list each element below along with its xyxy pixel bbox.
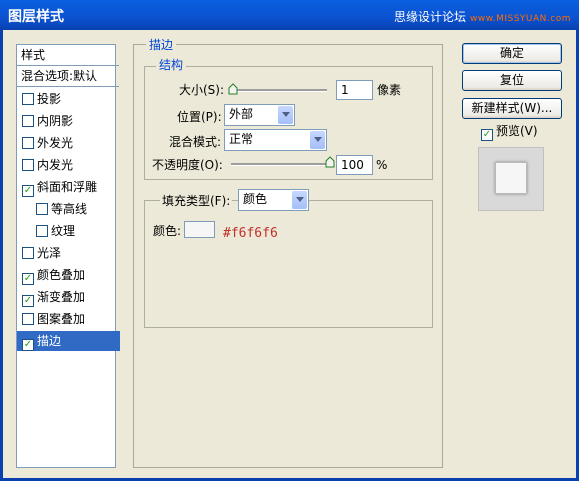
size-slider-track[interactable] <box>232 89 327 92</box>
style-item-label: 描边 <box>37 334 62 348</box>
size-unit: 像素 <box>377 83 402 97</box>
style-item[interactable]: 内阴影 <box>17 111 120 131</box>
style-item-label: 内发光 <box>37 158 74 172</box>
checkbox-icon[interactable]: ✓ <box>22 295 34 307</box>
checkbox-icon[interactable] <box>22 313 34 325</box>
reset-button[interactable]: 复位 <box>462 70 562 91</box>
blend-mode-select[interactable]: 正常 <box>224 129 327 151</box>
ok-button[interactable]: 确定 <box>462 43 562 64</box>
chevron-down-icon <box>310 131 325 149</box>
style-item[interactable]: ✓ 颜色叠加 <box>17 265 120 285</box>
structure-group-title: 结构 <box>156 58 187 72</box>
color-hex-annotation: #f6f6f6 <box>223 226 278 241</box>
style-item[interactable]: 投影 <box>17 89 120 109</box>
opacity-unit: % <box>376 158 388 172</box>
chevron-down-icon <box>292 191 307 209</box>
style-list: 样式 混合选项:默认 投影 内阴影 外发光 内发光 ✓ 斜面和浮雕 等高线 纹理 光泽 ✓ 颜色叠加… <box>16 44 120 468</box>
style-item-label: 投影 <box>37 92 62 106</box>
checkbox-icon[interactable] <box>22 137 34 149</box>
preview-label: 预览(V) <box>496 124 538 138</box>
checkbox-icon[interactable] <box>22 159 34 171</box>
window-title: 图层样式 <box>8 9 64 25</box>
checkbox-icon[interactable] <box>22 115 34 127</box>
style-item[interactable]: 内发光 <box>17 155 120 175</box>
position-select-value: 外部 <box>229 107 254 121</box>
checkbox-icon[interactable]: ✓ <box>22 185 34 197</box>
style-item[interactable]: 光泽 <box>17 243 120 263</box>
watermark-url: www.MISSYUAN.com <box>469 14 571 24</box>
title-bar: 图层样式 思缘设计论坛 www.MISSYUAN.com <box>0 0 579 30</box>
checkbox-icon[interactable] <box>22 247 34 259</box>
stroke-color-swatch[interactable] <box>184 221 215 238</box>
style-item[interactable]: 等高线 <box>17 199 134 219</box>
style-item-label: 内阴影 <box>37 114 74 128</box>
checkbox-icon[interactable] <box>36 203 48 215</box>
style-item-label: 图案叠加 <box>37 312 86 326</box>
checkbox-icon[interactable] <box>36 225 48 237</box>
preview-thumbnail <box>478 147 544 211</box>
chevron-down-icon <box>278 106 293 124</box>
checkbox-icon[interactable] <box>22 93 34 105</box>
blend-mode-label: 混合模式: <box>169 135 222 149</box>
watermark-text: 思缘设计论坛 <box>393 10 466 24</box>
position-label: 位置(P): <box>177 110 222 124</box>
preview-checkbox[interactable]: ✓ 预览(V) <box>481 124 538 141</box>
style-item-label: 纹理 <box>51 224 76 238</box>
checkbox-icon[interactable]: ✓ <box>22 339 34 351</box>
blend-mode-select-value: 正常 <box>229 132 254 146</box>
style-item-label: 外发光 <box>37 136 74 150</box>
style-item[interactable]: ✓ 渐变叠加 <box>17 287 120 307</box>
checkbox-icon: ✓ <box>481 129 493 141</box>
style-item[interactable]: 图案叠加 <box>17 309 120 329</box>
position-select[interactable]: 外部 <box>224 104 295 126</box>
fill-type-select[interactable]: 颜色 <box>238 189 309 211</box>
watermark: 思缘设计论坛 www.MISSYUAN.com <box>394 8 571 25</box>
style-item[interactable]: 纹理 <box>17 221 134 241</box>
fill-group <box>144 200 433 328</box>
size-input[interactable]: 1 <box>336 80 373 100</box>
style-list-header[interactable]: 样式 <box>17 45 119 66</box>
fill-type-label: 填充类型(F): <box>160 193 233 209</box>
style-item-label: 等高线 <box>51 202 88 216</box>
checkbox-icon[interactable]: ✓ <box>22 273 34 285</box>
style-item-label: 颜色叠加 <box>37 268 86 282</box>
style-item[interactable]: ✓ 描边 <box>17 331 120 351</box>
preview-swatch <box>495 162 527 194</box>
opacity-input[interactable]: 100 <box>336 155 373 175</box>
style-item-label: 斜面和浮雕 <box>37 180 98 194</box>
stroke-section-title: 描边 <box>146 38 177 52</box>
style-item-label: 光泽 <box>37 246 62 260</box>
color-label: 颜色: <box>153 224 182 238</box>
new-style-button[interactable]: 新建样式(W)... <box>462 98 562 119</box>
style-item[interactable]: ✓ 斜面和浮雕 <box>17 177 120 197</box>
fill-type-select-value: 颜色 <box>243 192 268 206</box>
style-item[interactable]: 外发光 <box>17 133 120 153</box>
opacity-slider-track[interactable] <box>231 163 330 166</box>
size-label: 大小(S): <box>179 83 225 97</box>
style-item-label: 渐变叠加 <box>37 290 86 304</box>
blend-options-item[interactable]: 混合选项:默认 <box>17 66 119 87</box>
opacity-label: 不透明度(O): <box>152 158 223 172</box>
